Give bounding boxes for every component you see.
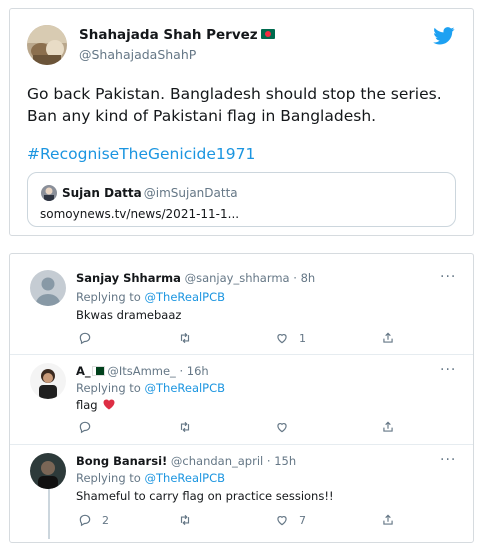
reply-count: 2 (102, 513, 109, 527)
action-bar: 2 7 (76, 512, 456, 528)
retweet-icon (180, 332, 190, 344)
bangladesh-flag-icon (260, 29, 275, 39)
thread-line (48, 489, 50, 539)
share-icon (383, 332, 393, 343)
quoted-tweet[interactable]: Sujan Datta @imSujanDatta somoynews.tv/ne… (27, 172, 456, 227)
embedded-tweet-card: Shahajada Shah Pervez @ShahajadaShahP Go… (9, 8, 474, 236)
like-count: 1 (299, 331, 306, 345)
reply-text: flag (76, 398, 115, 412)
reply-icon (79, 332, 91, 345)
user-avatar[interactable] (30, 453, 66, 489)
share-button[interactable] (381, 512, 395, 528)
reply-button[interactable]: 2 (78, 512, 109, 528)
quoted-link[interactable]: somoynews.tv/news/2021-11-1... (40, 207, 239, 221)
more-options-button[interactable]: ··· (440, 362, 456, 378)
replying-to: Replying to @TheRealPCB (76, 290, 226, 304)
red-heart-emoji-icon (103, 399, 115, 410)
heart-icon (277, 423, 287, 433)
replying-to: Replying to @TheRealPCB (76, 381, 226, 395)
like-button[interactable] (275, 419, 289, 435)
retweet-icon (180, 421, 190, 433)
share-icon (383, 514, 393, 525)
more-options-button[interactable]: ··· (440, 269, 456, 285)
action-bar: 1 (76, 330, 456, 346)
author-handle[interactable]: @ShahajadaShahP (79, 47, 196, 62)
twitter-bird-icon[interactable] (433, 27, 455, 45)
like-count: 7 (299, 513, 306, 527)
reply-header: Sanjay Shharma @sanjay_shharma · 8h (76, 271, 316, 285)
tweet-text: Go back Pakistan. Bangladesh should stop… (27, 85, 442, 125)
retweet-button[interactable] (178, 330, 192, 346)
retweet-button[interactable] (178, 419, 192, 435)
author-avatar[interactable] (27, 25, 67, 65)
quoted-author: Sujan Datta @imSujanDatta (62, 186, 238, 200)
share-icon (383, 421, 393, 432)
reply-text: Shameful to carry flag on practice sessi… (76, 489, 334, 503)
mention-link[interactable]: @TheRealPCB (145, 290, 226, 304)
reply-icon (79, 421, 91, 434)
retweet-icon (180, 514, 190, 526)
more-options-button[interactable]: ··· (440, 452, 456, 468)
replying-to: Replying to @TheRealPCB (76, 471, 226, 485)
mention-link[interactable]: @TheRealPCB (145, 471, 226, 485)
heart-icon (277, 334, 287, 344)
replies-card: Sanjay Shharma @sanjay_shharma · 8h ··· … (9, 253, 474, 543)
divider (10, 354, 473, 355)
hashtag-link[interactable]: #RecogniseTheGenicide1971 (27, 145, 255, 163)
like-button[interactable]: 1 (275, 330, 306, 346)
reply-header: A_ @ItsAmme_ · 16h (76, 364, 209, 378)
share-button[interactable] (381, 419, 395, 435)
mention-link[interactable]: @TheRealPCB (145, 381, 226, 395)
default-avatar-icon[interactable] (30, 270, 66, 306)
divider (10, 444, 473, 445)
author-name[interactable]: Shahajada Shah Pervez (79, 27, 275, 43)
share-button[interactable] (381, 330, 395, 346)
retweet-button[interactable] (178, 512, 192, 528)
reply-header: Bong Banarsi! @chandan_april · 15h (76, 454, 297, 468)
action-bar (76, 419, 456, 435)
quoted-author-avatar (41, 185, 57, 201)
user-avatar[interactable] (30, 363, 66, 399)
heart-icon (277, 516, 287, 526)
pakistan-flag-icon (91, 365, 105, 376)
like-button[interactable]: 7 (275, 512, 306, 528)
reply-icon (79, 514, 91, 527)
reply-button[interactable] (78, 330, 92, 346)
reply-text: Bkwas dramebaaz (76, 308, 182, 322)
reply-button[interactable] (78, 419, 92, 435)
